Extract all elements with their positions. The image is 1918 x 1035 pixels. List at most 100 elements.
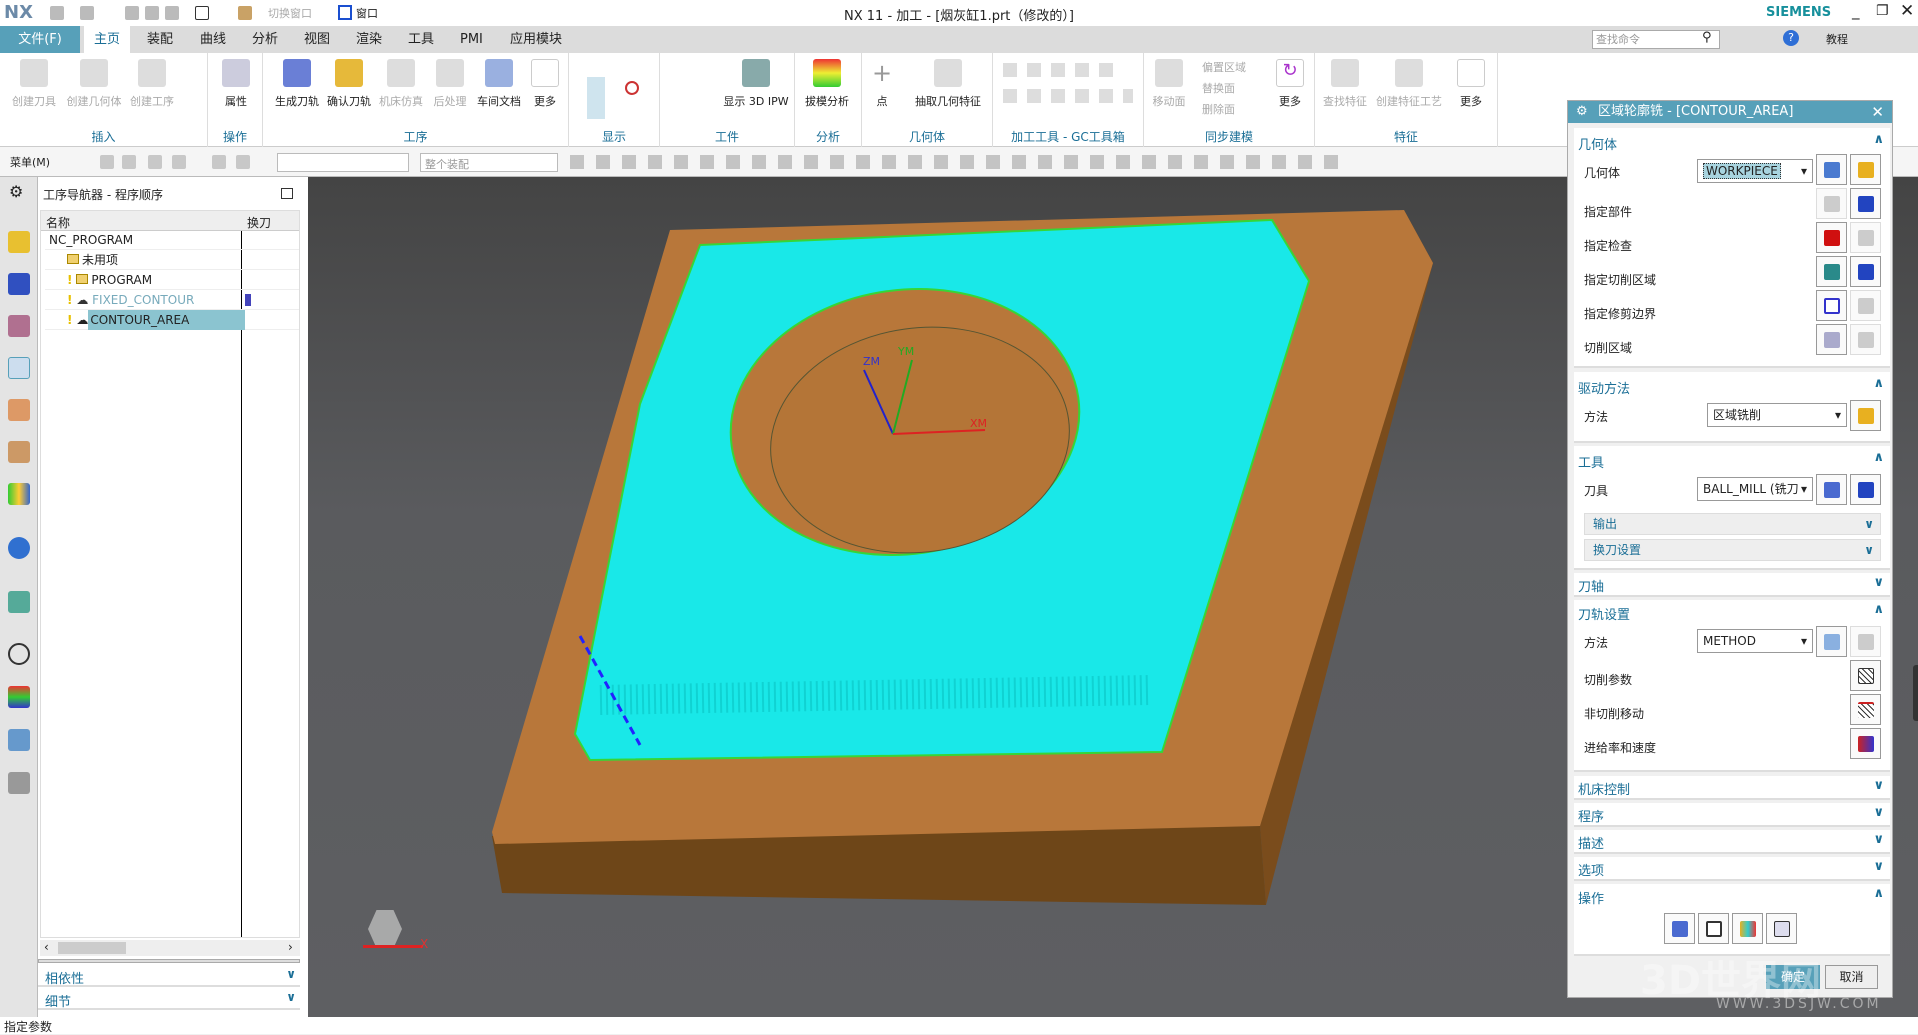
more-button[interactable]: ↻ 更多 xyxy=(1268,59,1312,109)
type-filter-select[interactable] xyxy=(277,153,409,172)
create-feature-process-button[interactable]: 创建特征工艺 xyxy=(1373,59,1445,109)
display-trim-button[interactable] xyxy=(1850,290,1881,321)
section-header[interactable]: 刀轴 xyxy=(1578,576,1604,595)
edit-drive-method-button[interactable] xyxy=(1850,400,1881,431)
machine-simulation-button[interactable]: 机床仿真 xyxy=(375,59,427,109)
web-browser-icon[interactable] xyxy=(8,591,30,613)
chevron-up-icon[interactable]: ∧ xyxy=(1873,886,1884,901)
draft-analysis-button[interactable]: 拔模分析 xyxy=(801,59,853,109)
move-face-button[interactable]: 移动面 xyxy=(1144,59,1194,109)
menu-button[interactable]: 菜单(M) xyxy=(10,154,50,170)
panel-details[interactable]: 细节 ∨ xyxy=(38,988,300,1010)
tool-select[interactable]: BALL_MILL (铣刀 xyxy=(1697,477,1813,501)
section-header[interactable]: 操作 xyxy=(1578,888,1604,907)
replay-button[interactable] xyxy=(1698,913,1729,944)
more-button[interactable]: 更多 xyxy=(1449,59,1493,109)
display-cut-area-button[interactable] xyxy=(1850,256,1881,287)
chevron-down-icon[interactable]: ∨ xyxy=(1873,575,1884,590)
specify-check-button[interactable] xyxy=(1816,222,1847,253)
create-operation-button[interactable]: 创建工序 xyxy=(126,59,178,109)
section-options[interactable]: 选项 ∨ xyxy=(1574,857,1890,881)
section-header[interactable]: 工具 xyxy=(1578,452,1604,471)
specify-trim-boundary-button[interactable] xyxy=(1816,290,1847,321)
cut-region-button[interactable] xyxy=(1816,324,1847,355)
snap-tools-icons[interactable] xyxy=(570,155,1350,169)
subsection-tool-change[interactable]: 换刀设置 ∨ xyxy=(1584,539,1881,561)
generate-button[interactable] xyxy=(1664,913,1695,944)
tool-icon[interactable] xyxy=(172,155,186,169)
verify-toolpath-button[interactable]: 确认刀轨 xyxy=(323,59,375,109)
specify-part-button[interactable] xyxy=(1816,188,1847,219)
maximize-icon[interactable] xyxy=(281,188,293,199)
cancel-button[interactable]: 取消 xyxy=(1825,965,1878,989)
specify-cut-area-button[interactable] xyxy=(1816,256,1847,287)
point-button[interactable]: + 点 xyxy=(862,59,902,109)
tool-icon[interactable] xyxy=(236,155,250,169)
section-tool-axis[interactable]: 刀轴 ∨ xyxy=(1574,573,1890,597)
tool-icon[interactable] xyxy=(122,155,136,169)
tab-home[interactable]: 主页 xyxy=(84,26,131,53)
edit-method-button[interactable] xyxy=(1850,626,1881,657)
section-header[interactable]: 选项 xyxy=(1578,860,1604,879)
column-name[interactable]: 名称 xyxy=(46,214,70,231)
assembly-scope-select[interactable]: 整个装配 xyxy=(420,153,558,172)
offset-region-button[interactable]: 偏置区域 xyxy=(1202,59,1246,75)
restore-button[interactable]: ❐ xyxy=(1876,3,1889,19)
minimize-button[interactable]: _ xyxy=(1852,2,1860,20)
tab-tools[interactable]: 工具 xyxy=(398,26,444,53)
gc-tools-icons[interactable] xyxy=(1003,89,1133,103)
tree-row-contour-area[interactable]: ! ☁ CONTOUR_AREA xyxy=(45,310,299,330)
tool-icon[interactable] xyxy=(100,155,114,169)
splitter[interactable] xyxy=(38,959,300,963)
tool-icon[interactable] xyxy=(212,155,226,169)
close-button[interactable]: ✕ xyxy=(1900,1,1914,21)
tab-curve[interactable]: 曲线 xyxy=(190,26,236,53)
palette-icon[interactable] xyxy=(8,483,30,505)
scroll-left-icon[interactable]: ‹ xyxy=(44,940,49,954)
chevron-down-icon[interactable]: ∨ xyxy=(1873,832,1884,847)
replace-face-button[interactable]: 替换面 xyxy=(1202,80,1235,96)
display-part-button[interactable] xyxy=(1850,188,1881,219)
side-handle[interactable] xyxy=(1913,665,1918,721)
chevron-up-icon[interactable]: ∧ xyxy=(1873,132,1884,147)
section-header[interactable]: 驱动方法 xyxy=(1578,378,1630,397)
edit-tool-button[interactable] xyxy=(1850,474,1881,505)
section-description[interactable]: 描述 ∨ xyxy=(1574,830,1890,854)
operation-navigator-icon[interactable] xyxy=(8,357,30,379)
manufacturing-wizard-icon[interactable] xyxy=(8,729,30,751)
more-button[interactable]: 更多 xyxy=(525,59,565,109)
tab-pmi[interactable]: PMI xyxy=(450,26,493,53)
extract-geometry-button[interactable]: 抽取几何特征 xyxy=(906,59,990,109)
create-tool-button[interactable]: 创建刀具 xyxy=(8,59,60,109)
drive-method-select[interactable]: 区域铣削 xyxy=(1707,403,1847,427)
tree-row-unused[interactable]: 未用项 xyxy=(45,250,299,270)
display-check-button[interactable] xyxy=(1850,222,1881,253)
tree-row-fixed-contour[interactable]: ! ☁ FIXED_CONTOUR xyxy=(45,290,299,310)
chevron-up-icon[interactable]: ∧ xyxy=(1873,376,1884,391)
horizontal-scrollbar[interactable]: ‹ › xyxy=(40,940,300,956)
properties-button[interactable]: 属性 xyxy=(210,59,262,109)
edit-geometry-button[interactable] xyxy=(1850,154,1881,185)
search-icon[interactable]: ⚲ xyxy=(1702,30,1712,45)
section-header[interactable]: 描述 xyxy=(1578,833,1604,852)
column-tool-change[interactable]: 换刀 xyxy=(247,214,271,231)
new-geometry-button[interactable] xyxy=(1816,154,1847,185)
show-3d-ipw-button[interactable]: 显示 3D IPW xyxy=(720,59,792,109)
postprocess-button[interactable]: 后处理 xyxy=(427,59,473,109)
display-cut-region-button[interactable] xyxy=(1850,324,1881,355)
section-header[interactable]: 几何体 xyxy=(1578,134,1617,153)
find-feature-button[interactable]: 查找特征 xyxy=(1319,59,1371,109)
shop-doc-button[interactable]: 车间文档 xyxy=(473,59,525,109)
tab-assembly[interactable]: 装配 xyxy=(137,26,183,53)
new-method-button[interactable] xyxy=(1816,626,1847,657)
method-select[interactable]: METHOD xyxy=(1697,629,1813,653)
tab-applications[interactable]: 应用模块 xyxy=(500,26,572,53)
create-geometry-button[interactable]: 创建几何体 xyxy=(66,59,122,109)
new-tool-button[interactable] xyxy=(1816,474,1847,505)
section-header[interactable]: 机床控制 xyxy=(1578,779,1630,798)
verify-button[interactable] xyxy=(1732,913,1763,944)
display-point-icon[interactable] xyxy=(625,81,639,95)
roles-icon[interactable] xyxy=(8,772,30,794)
library-icon[interactable] xyxy=(8,399,30,421)
geometry-select[interactable]: WORKPIECE xyxy=(1697,159,1813,183)
